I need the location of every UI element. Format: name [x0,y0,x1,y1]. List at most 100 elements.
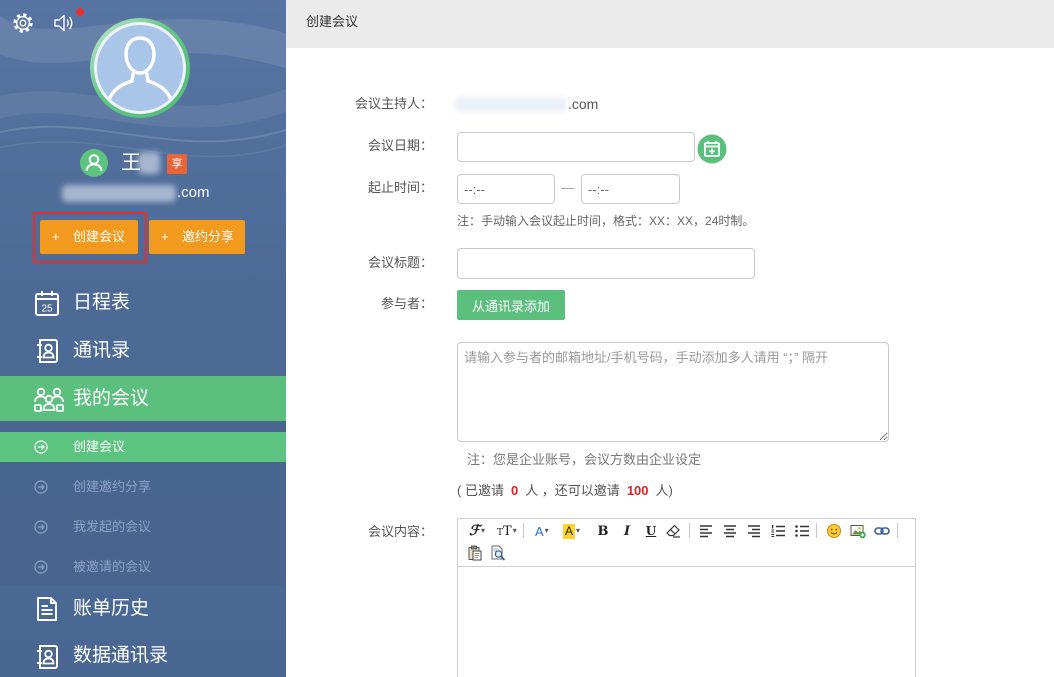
emoji-button[interactable] [826,522,842,540]
time-range-label: 起止时间： [367,180,433,195]
arrow-circle-icon [34,560,48,574]
chevron-down-icon: ▾ [512,526,517,535]
toolbar-separator [523,523,524,538]
participants-label: 参与者： [380,296,433,311]
start-time-input[interactable] [457,174,555,204]
meeting-icon [34,387,64,412]
nav-item-schedule[interactable]: 25 日程表 [0,280,286,326]
invite-share-button[interactable]: + 邀约分享 [149,220,245,254]
align-right-button[interactable] [746,522,762,540]
notification-dot [76,8,84,16]
gear-icon[interactable] [11,11,35,35]
invite-status-middle: 人 ，还可以邀请 [525,483,620,498]
toolbar-separator [816,523,817,538]
highlight-icon: A [563,523,576,539]
unordered-list-button[interactable] [794,522,810,540]
bold-button[interactable]: B [596,522,610,540]
align-left-button[interactable] [698,522,714,540]
nav-item-billing-history[interactable]: 账单历史 [0,586,286,632]
italic-button[interactable]: I [620,522,634,540]
eraser-icon [666,524,680,538]
participants-textarea[interactable] [457,342,889,442]
plus-icon: + [161,229,169,244]
nav-item-data-contacts[interactable]: 数据通讯录 [0,634,286,677]
font-size-icon-large: T [503,523,512,539]
font-color-icon: A [535,523,544,539]
font-color-button[interactable]: A ▾ [535,522,549,540]
subnav-invited-meetings[interactable]: 被邀请的会议 [0,552,286,582]
nav-item-label: 账单历史 [73,598,150,619]
ordered-list-icon [771,525,785,537]
invited-count: 0 [510,483,519,498]
font-size-button[interactable]: T T ▾ [497,522,517,540]
editor-content-area[interactable] [458,567,915,677]
ordered-list-button[interactable] [770,522,786,540]
speaker-icon[interactable] [52,11,76,35]
add-from-contacts-button[interactable]: 从通讯录添加 [457,290,565,320]
plus-icon: + [52,229,60,244]
date-label: 会议日期： [367,138,433,153]
insert-image-button[interactable] [850,522,866,540]
user-icon [80,149,108,177]
editor-toolbar: ℱ ▾ T T ▾ A ▾ A ▾ B I U [458,519,915,567]
arrow-circle-icon [34,440,48,454]
user-email: .com [177,184,210,201]
account-badge: 享 [167,154,187,174]
link-icon [874,527,890,535]
create-meeting-button[interactable]: + 创建会议 [40,220,138,254]
font-family-icon: ℱ [469,523,481,539]
calendar-add-icon[interactable] [697,134,727,164]
chevron-down-icon: ▾ [544,526,549,535]
chevron-down-icon: ▾ [576,526,581,535]
nav-item-label: 我的会议 [73,388,150,409]
preview-icon [491,545,506,561]
time-format-note: 注：手动输入会议起止时间，格式：XX：XX，24时制。 [457,214,755,228]
paste-icon [468,545,482,561]
chevron-down-icon: ▾ [481,526,486,535]
host-email: .com [568,96,599,112]
date-input[interactable] [457,132,695,162]
nav-item-contacts[interactable]: 通讯录 [0,328,286,374]
subject-label: 会议标题： [367,255,433,270]
rich-text-editor: ℱ ▾ T T ▾ A ▾ A ▾ B I U [457,518,916,677]
end-time-input[interactable] [581,174,680,204]
invite-status-suffix: 人) [655,483,673,498]
subnav-label: 被邀请的会议 [73,559,152,574]
preview-button[interactable] [490,544,506,562]
unordered-list-icon [795,525,809,537]
clear-format-button[interactable] [665,522,681,540]
bill-icon [37,597,57,621]
paste-button[interactable] [467,544,483,562]
sidebar: 王 享 .com + 创建会议 + 邀约分享 25 日程表 通讯录 我的会议 创… [0,0,286,677]
calendar-icon: 25 [35,291,59,316]
subnav-create-meeting[interactable]: 创建会议 [0,432,286,462]
invite-share-button-label: 邀约分享 [182,229,235,244]
align-center-button[interactable] [722,522,738,540]
align-right-icon [748,525,760,538]
redacted-email [62,185,176,202]
underline-button[interactable]: U [644,522,658,540]
nav-item-my-meetings[interactable]: 我的会议 [0,376,286,421]
contacts-icon [37,645,58,669]
page-header: 创建会议 [286,0,1054,48]
page-title: 创建会议 [306,14,359,29]
subnav-my-initiated-meetings[interactable]: 我发起的会议 [0,512,286,542]
time-separator: — [561,180,574,195]
nav-item-label: 数据通讯录 [73,645,169,666]
emoji-icon [827,524,841,538]
invite-status-prefix: ( 已邀请 [457,483,504,498]
default-avatar-icon[interactable] [88,16,192,120]
toolbar-separator [897,523,898,538]
insert-link-button[interactable] [874,522,890,540]
subject-input[interactable] [457,248,755,279]
highlight-color-button[interactable]: A ▾ [563,522,580,540]
arrow-circle-icon [34,480,48,494]
host-label: 会议主持人： [354,96,433,111]
subnav-label: 我发起的会议 [73,519,152,534]
font-family-button[interactable]: ℱ ▾ [469,522,485,540]
contacts-icon [37,339,58,363]
toolbar-separator [689,523,690,538]
subnav-create-invite-share[interactable]: 创建邀约分享 [0,472,286,502]
align-center-icon [724,525,736,538]
calendar-day-number: 25 [41,304,53,315]
